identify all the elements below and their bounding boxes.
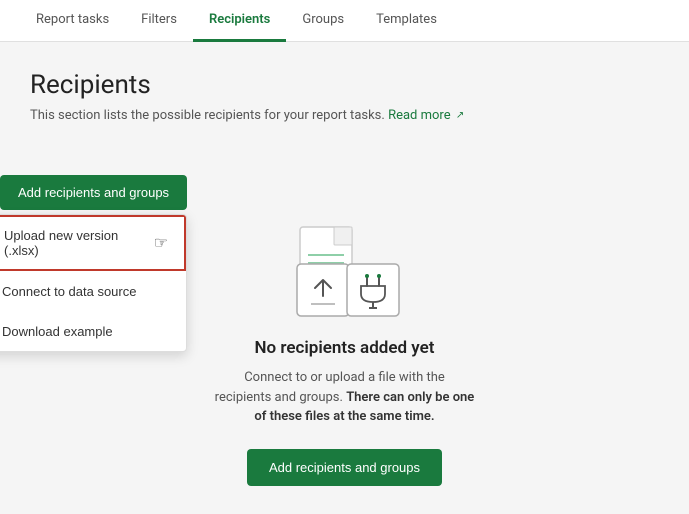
connect-datasource-label: Connect to data source — [2, 284, 136, 299]
cursor-indicator: ☞ — [154, 233, 168, 253]
tab-filters[interactable]: Filters — [125, 0, 193, 42]
upload-version-label: Upload new version (.xlsx) — [4, 228, 144, 258]
page-title: Recipients — [30, 70, 659, 100]
add-button-container: Add recipients and groups Upload new ver… — [0, 175, 187, 210]
tab-templates[interactable]: Templates — [360, 0, 453, 42]
add-recipients-button[interactable]: Add recipients and groups — [0, 175, 187, 210]
tab-recipients[interactable]: Recipients — [193, 0, 286, 42]
download-example-label: Download example — [2, 324, 113, 339]
empty-state-description: Connect to or upload a file with the rec… — [215, 368, 475, 427]
page-subtitle: This section lists the possible recipien… — [30, 108, 659, 123]
download-example-item[interactable]: Download example — [0, 311, 186, 351]
empty-state-title: No recipients added yet — [255, 338, 435, 358]
read-more-link[interactable]: Read more ↗ — [388, 108, 464, 123]
connect-datasource-item[interactable]: Connect to data source — [0, 271, 186, 311]
external-link-icon: ↗ — [456, 110, 464, 121]
main-content: Recipients This section lists the possib… — [0, 42, 689, 514]
empty-state-illustration — [285, 222, 405, 322]
nav-bar: Report tasks Filters Recipients Groups T… — [0, 0, 689, 42]
empty-state-add-button[interactable]: Add recipients and groups — [247, 449, 442, 486]
upload-version-item[interactable]: Upload new version (.xlsx) ☞ — [0, 217, 184, 269]
tab-groups[interactable]: Groups — [286, 0, 360, 42]
dropdown-menu: Upload new version (.xlsx) ☞ Connect to … — [0, 214, 187, 352]
tab-report-tasks[interactable]: Report tasks — [20, 0, 125, 42]
